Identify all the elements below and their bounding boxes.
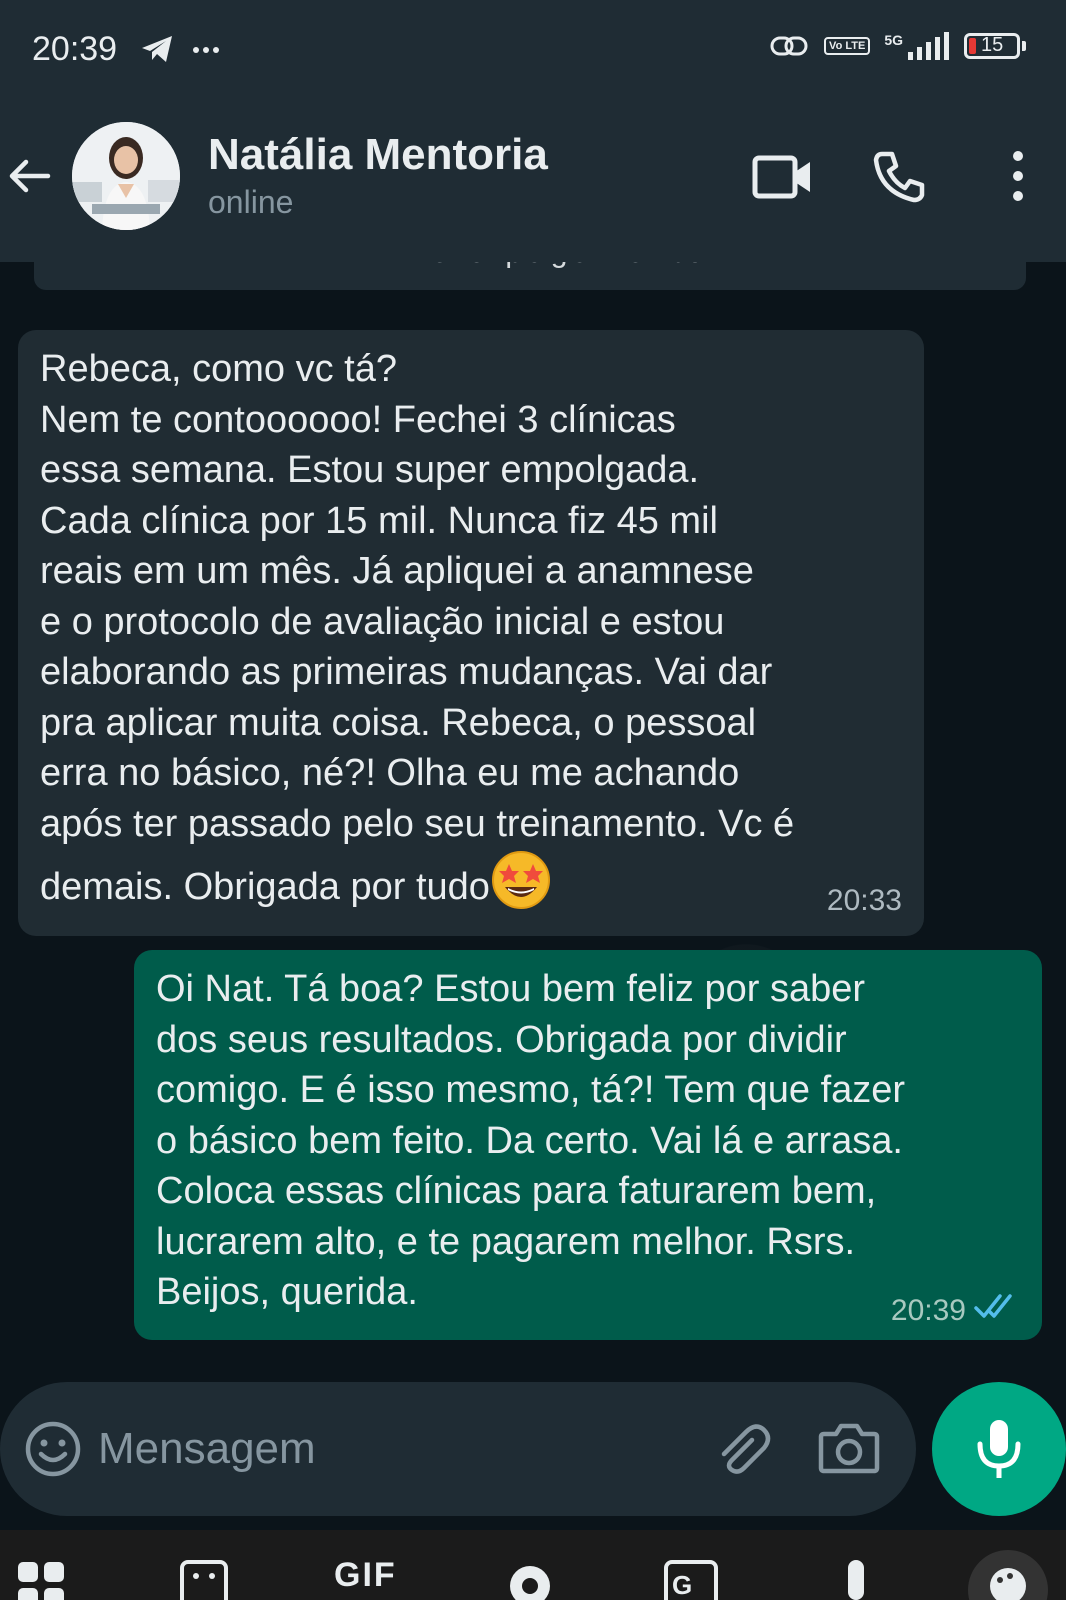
incoming-message-body: Rebeca, como vc tá? Nem te contoooooo! F… — [40, 348, 795, 908]
status-right-group: Vo LTE 5G 15 — [770, 32, 1026, 60]
message-composer — [0, 1382, 916, 1516]
status-time: 20:39 — [32, 30, 118, 68]
gif-button[interactable]: GIF — [334, 1556, 397, 1595]
battery-level: 15 — [981, 34, 1004, 56]
phone-icon[interactable] — [872, 148, 928, 204]
settings-gear-icon[interactable] — [502, 1556, 558, 1600]
telegram-icon — [142, 36, 172, 62]
microphone-icon — [977, 1420, 1021, 1478]
theme-palette-icon[interactable] — [968, 1546, 1048, 1600]
previous-message-bubble[interactable]: ... e o pagamento ... — [34, 262, 1026, 290]
incoming-message-bubble[interactable]: Rebeca, como vc tá? Nem te contoooooo! F… — [18, 330, 924, 936]
apps-grid-icon[interactable] — [18, 1556, 68, 1600]
more-options-icon[interactable] — [1004, 148, 1032, 204]
volte-badge: Vo LTE — [824, 37, 871, 55]
network-label: 5G — [884, 32, 903, 48]
contact-avatar[interactable] — [72, 122, 180, 230]
contact-name[interactable]: Natália Mentoria — [208, 130, 548, 180]
paperclip-icon[interactable] — [712, 1420, 772, 1480]
more-notifications-icon — [193, 47, 219, 53]
message-timestamp: 20:39 — [890, 1294, 966, 1327]
battery-icon: 15 — [964, 33, 1026, 59]
contact-status: online — [208, 184, 294, 220]
double-check-read-icon — [974, 1294, 1012, 1318]
keyboard-toolbar: GIF G — [0, 1530, 1066, 1600]
voice-input-icon[interactable] — [836, 1556, 876, 1600]
outgoing-message-body: Oi Nat. Tá boa? Estou bem feliz por sabe… — [156, 968, 906, 1313]
chat-header: Natália Mentoria online — [0, 100, 1066, 262]
sticker-icon[interactable] — [180, 1556, 230, 1600]
previous-message-text: ... e o pagamento ... — [374, 262, 767, 270]
chat-area[interactable]: ... e o pagamento ... Rebeca, como vc tá… — [0, 262, 1066, 1500]
message-input[interactable] — [96, 1412, 680, 1486]
camera-icon[interactable] — [818, 1420, 880, 1476]
outgoing-message-bubble[interactable]: Oi Nat. Tá boa? Estou bem feliz por sabe… — [134, 950, 1042, 1340]
translate-icon[interactable]: G — [664, 1556, 720, 1600]
back-arrow-icon[interactable] — [4, 150, 56, 202]
status-bar: 20:39 Vo LTE 5G 15 — [0, 0, 1066, 100]
message-text: Rebeca, como vc tá? Nem te contoooooo! F… — [40, 344, 902, 913]
signal-icon: 5G — [884, 32, 950, 60]
emoji-icon[interactable] — [24, 1420, 82, 1478]
hotspot-link-icon — [770, 36, 808, 56]
status-notification-icons — [140, 34, 230, 69]
voice-message-button[interactable] — [932, 1382, 1066, 1516]
video-call-icon[interactable] — [752, 152, 814, 202]
star-struck-emoji-icon — [491, 851, 550, 909]
message-timestamp: 20:33 — [826, 884, 902, 917]
svg-text:G: G — [672, 1570, 692, 1600]
